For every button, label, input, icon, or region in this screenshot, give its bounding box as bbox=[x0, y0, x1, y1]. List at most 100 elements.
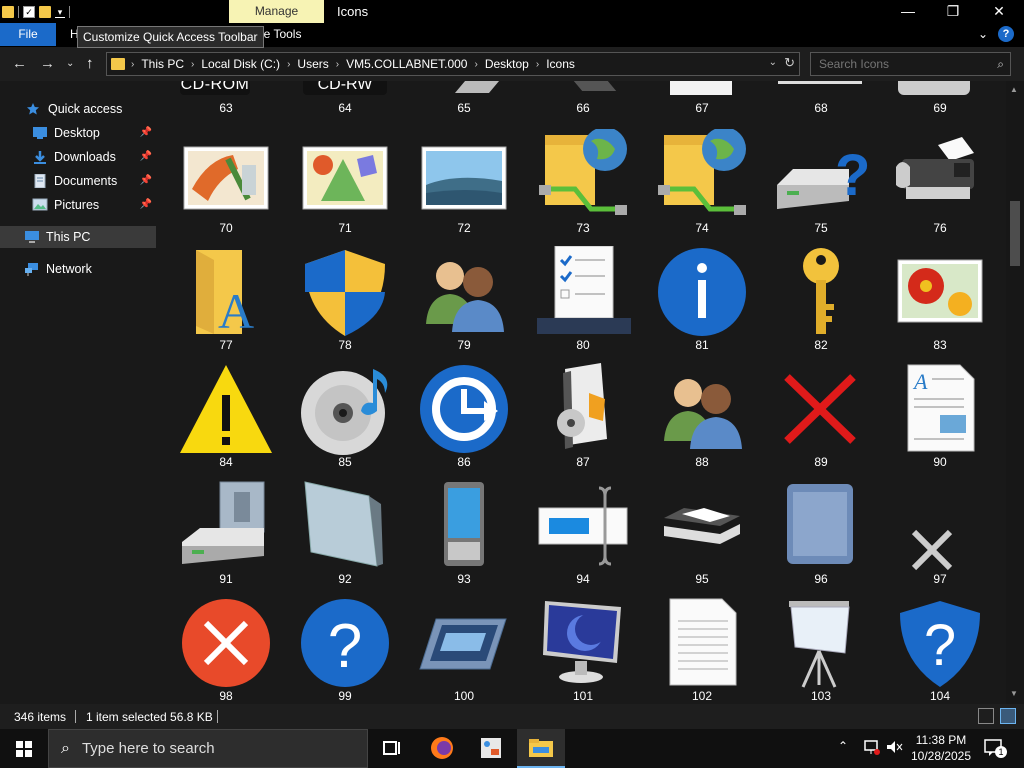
properties-icon[interactable]: ✓ bbox=[23, 6, 35, 18]
forward-button[interactable]: → bbox=[40, 55, 55, 72]
file-tile[interactable]: 103 bbox=[753, 589, 872, 704]
security-shield-icon bbox=[305, 250, 385, 336]
file-tile[interactable]: 82 bbox=[753, 238, 872, 355]
file-tile[interactable]: 94 bbox=[515, 472, 634, 589]
file-tile[interactable]: 84 bbox=[158, 355, 277, 472]
file-tile[interactable]: 91 bbox=[158, 472, 277, 589]
breadcrumb-users[interactable]: Users bbox=[297, 57, 328, 71]
file-tile[interactable]: 98 bbox=[158, 589, 277, 704]
maximize-button[interactable]: ❐ bbox=[930, 0, 976, 23]
file-tile[interactable]: ? 75 bbox=[753, 121, 872, 238]
chevron-down-icon[interactable]: ⌄ bbox=[769, 57, 777, 68]
file-tile[interactable]: 102 bbox=[634, 589, 753, 704]
file-tile[interactable]: 96 bbox=[753, 472, 872, 589]
file-tile[interactable]: ? 99 bbox=[277, 589, 396, 704]
search-box[interactable]: ⌕ bbox=[810, 52, 1011, 76]
nav-pictures[interactable]: Pictures 📌 bbox=[0, 194, 156, 216]
tile-label[interactable]: 67 bbox=[672, 101, 732, 115]
file-tile[interactable]: A 90 bbox=[872, 355, 991, 472]
control-panel-button[interactable] bbox=[467, 729, 515, 768]
tab-file[interactable]: File bbox=[0, 23, 56, 46]
tile-label[interactable]: 68 bbox=[791, 101, 851, 115]
breadcrumb-desktop[interactable]: Desktop bbox=[485, 57, 529, 71]
address-bar[interactable]: › This PC › Local Disk (C:) › Users › VM… bbox=[106, 52, 800, 76]
help-icon[interactable]: ? bbox=[998, 26, 1014, 42]
new-folder-icon[interactable] bbox=[39, 6, 51, 18]
manage-tab[interactable]: Manage bbox=[229, 0, 324, 23]
file-tile[interactable]: 97 bbox=[872, 472, 991, 589]
file-tile[interactable]: 73 bbox=[515, 121, 634, 238]
search-icon: ⌕ bbox=[61, 739, 70, 757]
file-tile[interactable]: 101 bbox=[515, 589, 634, 704]
breadcrumb-this-pc[interactable]: This PC bbox=[141, 57, 184, 71]
nav-network[interactable]: Network bbox=[0, 258, 156, 280]
up-button[interactable]: ↑ bbox=[86, 55, 94, 72]
file-explorer-button[interactable] bbox=[517, 729, 565, 768]
file-tile[interactable]: 80 bbox=[515, 238, 634, 355]
file-tile[interactable]: 81 bbox=[634, 238, 753, 355]
svg-text:?: ? bbox=[924, 613, 956, 678]
scroll-down-icon[interactable]: ▼ bbox=[1010, 689, 1018, 698]
scroll-thumb[interactable] bbox=[1010, 201, 1020, 266]
file-tile[interactable]: 92 bbox=[277, 472, 396, 589]
tile-label[interactable]: 64 bbox=[315, 101, 375, 115]
recent-locations-button[interactable]: ⌄ bbox=[66, 58, 74, 69]
file-tile[interactable]: 95 bbox=[634, 472, 753, 589]
search-input[interactable] bbox=[819, 57, 989, 71]
file-tile[interactable]: 100 bbox=[396, 589, 515, 704]
pin-icon: 📌 bbox=[139, 175, 152, 186]
file-list[interactable]: CD-ROM CD-RW 63 64 65 66 67 68 69 70 71 … bbox=[158, 81, 1006, 704]
tile-label[interactable]: 69 bbox=[910, 101, 970, 115]
file-tile[interactable]: 74 bbox=[634, 121, 753, 238]
file-tile[interactable]: 72 bbox=[396, 121, 515, 238]
minimize-button[interactable]: — bbox=[885, 0, 931, 23]
vertical-scrollbar[interactable]: ▲ ▼ bbox=[1006, 81, 1024, 704]
monitor-icon bbox=[543, 601, 621, 683]
show-hidden-icons-button[interactable]: ⌃ bbox=[838, 739, 848, 768]
file-tile[interactable]: 85 bbox=[277, 355, 396, 472]
tile-label[interactable]: 65 bbox=[434, 101, 494, 115]
breadcrumb-user[interactable]: VM5.COLLABNET.000 bbox=[346, 57, 467, 71]
file-tile[interactable]: 93 bbox=[396, 472, 515, 589]
network-status-icon[interactable] bbox=[862, 738, 880, 768]
nav-downloads[interactable]: Downloads 📌 bbox=[0, 146, 156, 168]
firefox-button[interactable] bbox=[418, 729, 466, 768]
file-tile[interactable]: 78 bbox=[277, 238, 396, 355]
large-icons-view-icon[interactable] bbox=[1000, 708, 1016, 724]
system-clock[interactable]: 11:38 PM 10/28/2025 bbox=[905, 732, 977, 764]
file-tile[interactable]: 89 bbox=[753, 355, 872, 472]
file-tile[interactable]: 79 bbox=[396, 238, 515, 355]
nav-quick-access[interactable]: Quick access bbox=[0, 98, 156, 120]
breadcrumb-local-disk[interactable]: Local Disk (C:) bbox=[201, 57, 280, 71]
breadcrumb-icons[interactable]: Icons bbox=[546, 57, 575, 71]
nav-this-pc[interactable]: This PC bbox=[0, 226, 156, 248]
file-tile[interactable]: ? 104 bbox=[872, 589, 991, 704]
nav-documents[interactable]: Documents 📌 bbox=[0, 170, 156, 192]
customize-toolbar-button[interactable]: ▾ bbox=[55, 6, 65, 18]
task-view-button[interactable] bbox=[368, 729, 416, 768]
start-button[interactable] bbox=[0, 729, 48, 768]
file-tile[interactable]: 76 bbox=[872, 121, 991, 238]
refresh-icon[interactable]: ↻ bbox=[784, 55, 795, 71]
details-view-icon[interactable] bbox=[978, 708, 994, 724]
close-button[interactable]: ✕ bbox=[976, 0, 1022, 23]
volume-muted-icon[interactable] bbox=[885, 738, 903, 768]
notification-center-button[interactable]: 1 bbox=[983, 738, 1007, 768]
scroll-up-icon[interactable]: ▲ bbox=[1010, 85, 1018, 94]
file-tile[interactable]: 83 bbox=[872, 238, 991, 355]
file-tile[interactable]: A 77 bbox=[158, 238, 277, 355]
expand-ribbon-icon[interactable]: ⌄ bbox=[978, 27, 988, 41]
key-icon bbox=[803, 248, 839, 334]
file-tile[interactable]: 88 bbox=[634, 355, 753, 472]
nav-desktop[interactable]: Desktop 📌 bbox=[0, 122, 156, 144]
fax-machine-icon bbox=[896, 137, 974, 199]
file-tile[interactable]: 86 bbox=[396, 355, 515, 472]
tile-label[interactable]: 66 bbox=[553, 101, 613, 115]
tile-label[interactable]: 63 bbox=[196, 101, 256, 115]
file-tile[interactable]: 70 bbox=[158, 121, 277, 238]
desktop-icon bbox=[32, 126, 48, 140]
taskbar-search-box[interactable]: ⌕ Type here to search bbox=[48, 729, 368, 768]
file-tile[interactable]: 71 bbox=[277, 121, 396, 238]
back-button[interactable]: ← bbox=[12, 55, 27, 72]
file-tile[interactable]: 87 bbox=[515, 355, 634, 472]
